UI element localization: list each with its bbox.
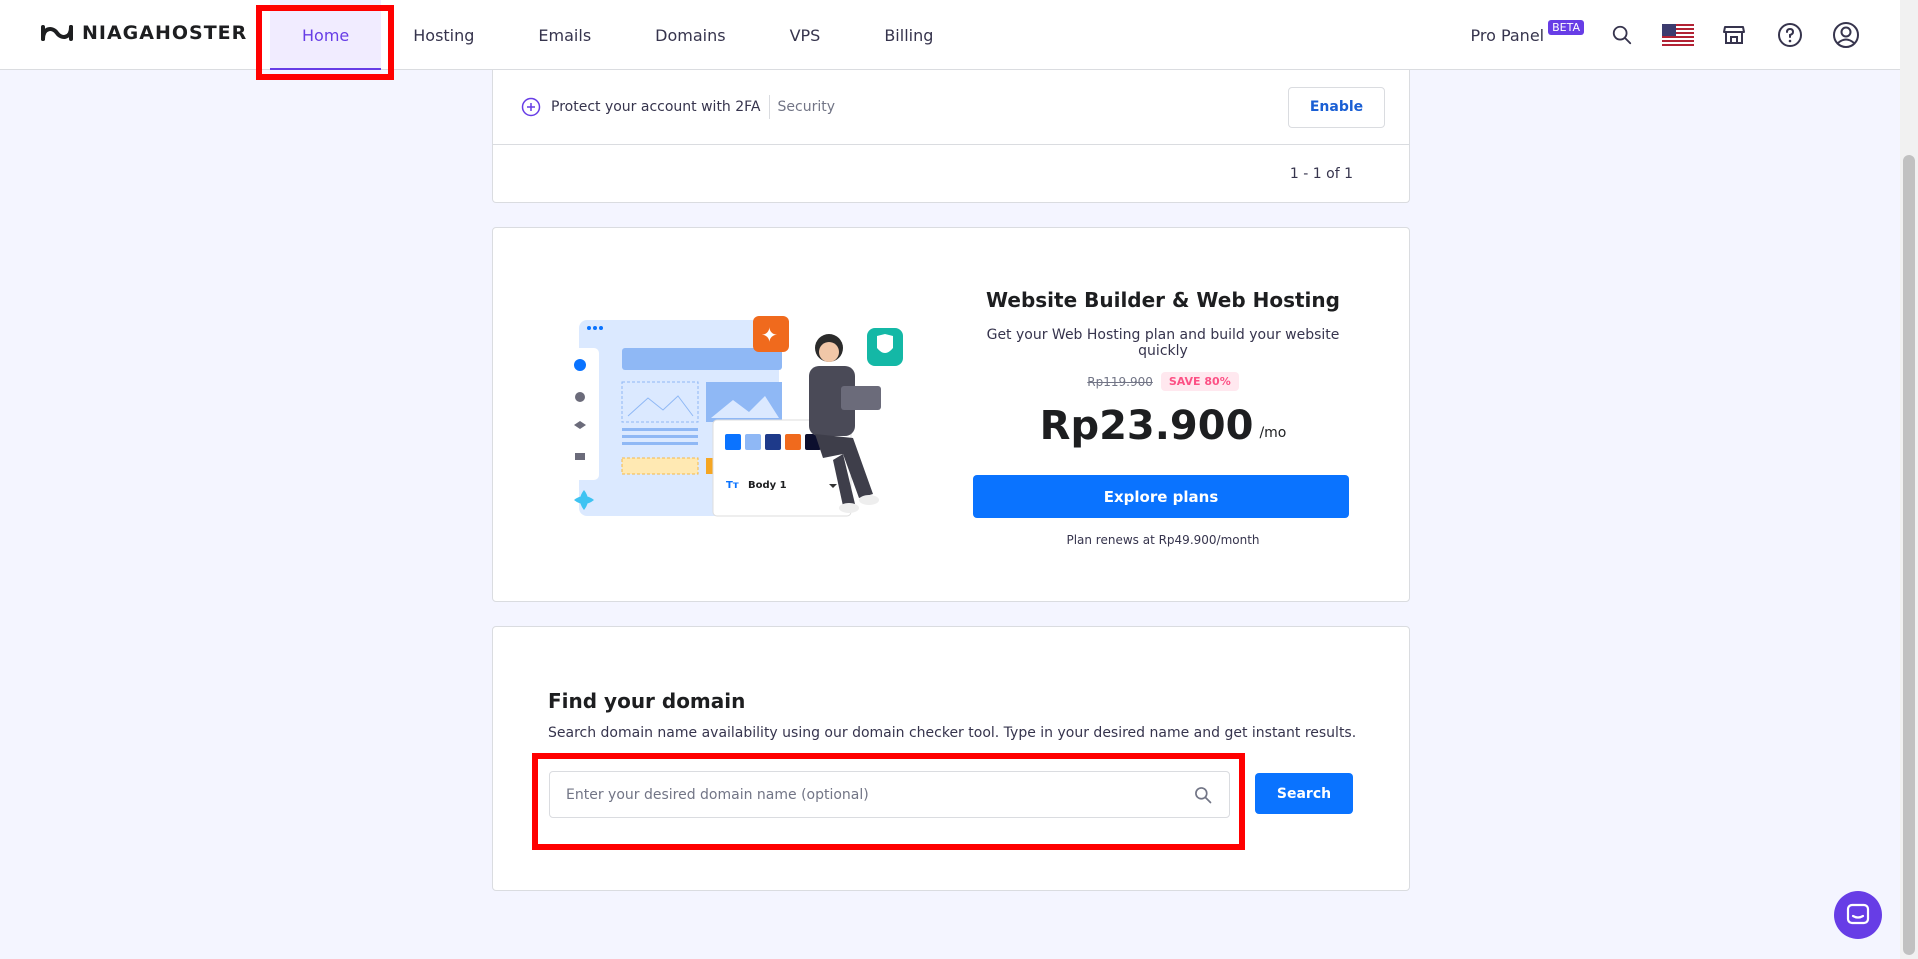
brand-logo[interactable]: NIAGAHOSTER [40,22,247,44]
domain-description: Search domain name availability using ou… [548,725,1357,741]
brand-name: NIAGAHOSTER [82,22,248,44]
logo-icon [41,25,73,41]
domain-search-field[interactable] [549,771,1230,818]
renewal-note: Plan renews at Rp49.900/month [1066,533,1260,547]
price-period: /mo [1259,425,1287,441]
page-scrollbar[interactable] [1900,0,1918,959]
divider [768,95,770,119]
nav-emails[interactable]: Emails [506,0,623,70]
current-price: Rp23.900 /mo [973,403,1353,449]
old-price: Rp119.900 [1087,374,1153,389]
flag-us-icon[interactable] [1660,17,1696,53]
nav-vps-label: VPS [789,25,821,45]
promo-card: + Tт Body 1 ✦ Website Builder & Web Host… [492,227,1410,602]
top-navbar: NIAGAHOSTER Home Hosting Emails Domains … [0,0,1900,70]
help-icon[interactable] [1772,17,1808,53]
search-icon[interactable] [1193,785,1213,805]
pro-panel-label: Pro Panel [1470,25,1545,45]
enable-2fa-button[interactable]: Enable [1288,86,1385,128]
account-icon[interactable] [1828,17,1864,53]
svg-text:✦: ✦ [761,323,778,347]
nav-billing-label: Billing [884,25,934,45]
nav-home-label: Home [302,25,350,45]
nav-home[interactable]: Home [270,0,382,70]
header-tools: Pro Panel BETA [1470,0,1864,70]
pro-panel-link[interactable]: Pro Panel BETA [1470,19,1584,45]
domain-search-button[interactable]: Search [1255,773,1353,814]
explore-plans-button[interactable]: Explore plans [973,475,1349,518]
price-discount-row: Rp119.900 SAVE 80% [973,372,1353,391]
nav-hosting-label: Hosting [413,25,475,45]
nav-billing[interactable]: Billing [852,0,965,70]
search-icon[interactable] [1604,17,1640,53]
save-badge: SAVE 80% [1160,372,1239,391]
store-icon[interactable] [1716,17,1752,53]
font-style-label: Body 1 [748,480,787,491]
promo-subtitle: Get your Web Hosting plan and build your… [986,327,1340,359]
2fa-text: Protect your account with 2FA [551,99,761,115]
plus-circle-icon [521,97,541,117]
domain-title: Find your domain [548,689,746,713]
2fa-row: Protect your account with 2FA Security E… [493,70,1409,145]
nav-hosting[interactable]: Hosting [381,0,506,70]
beta-badge: BETA [1548,19,1584,35]
nav-emails-label: Emails [538,25,592,45]
scrollbar-thumb[interactable] [1903,155,1915,955]
domain-search-input[interactable] [566,786,1193,803]
security-card: Protect your account with 2FA Security E… [492,70,1410,203]
nav-domains[interactable]: Domains [623,0,757,70]
chat-button[interactable] [1834,891,1882,939]
chat-icon [1846,903,1870,925]
price-amount: Rp23.900 [1039,403,1254,449]
2fa-category: Security [777,99,836,115]
nav-domains-label: Domains [655,25,726,45]
domain-search-card: Find your domain Search domain name avai… [492,626,1410,891]
svg-text:Tт: Tт [726,480,739,491]
pagination-text: 1 - 1 of 1 [1289,165,1353,182]
promo-title: Website Builder & Web Hosting [986,288,1340,312]
main-nav: Home Hosting Emails Domains VPS Billing [270,0,965,70]
nav-vps[interactable]: VPS [758,0,853,70]
website-builder-illustration: + Tт Body 1 ✦ [561,316,903,517]
